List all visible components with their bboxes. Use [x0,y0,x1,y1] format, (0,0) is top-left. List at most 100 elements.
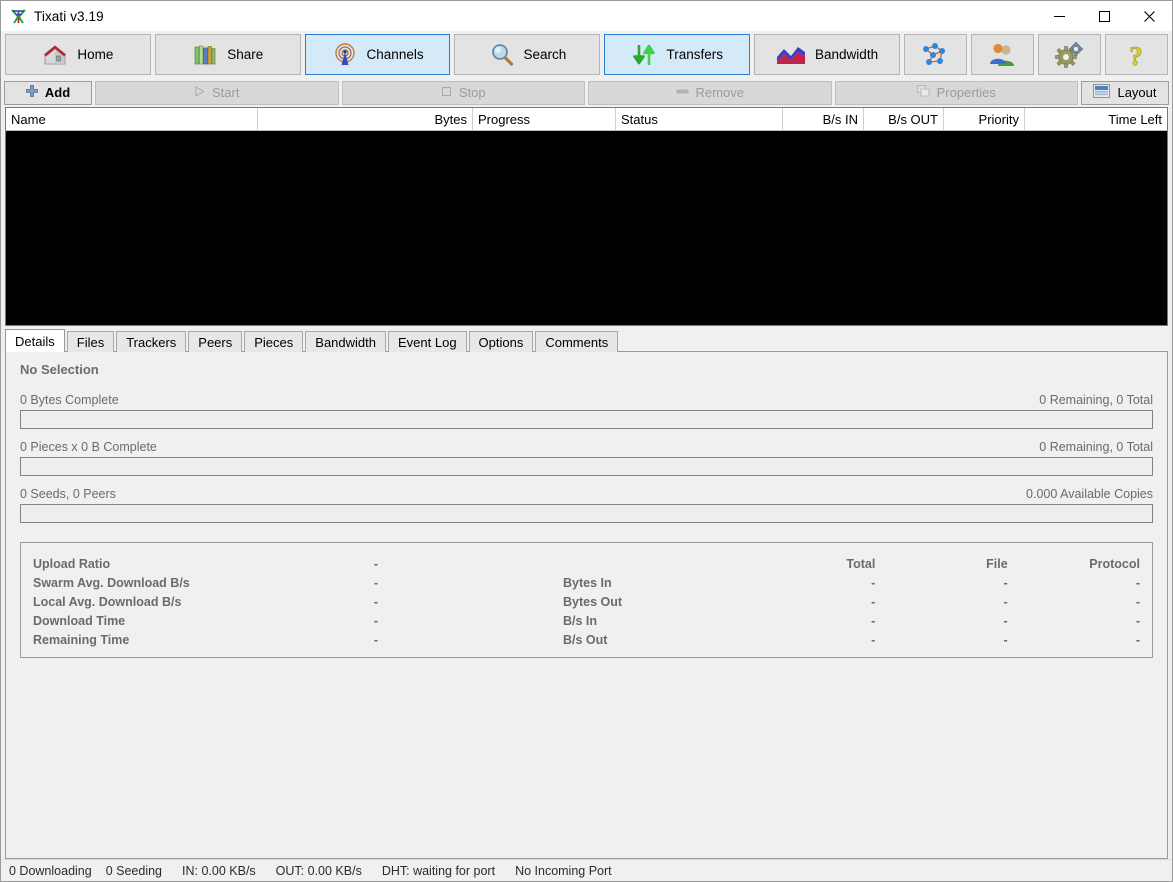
column-header-bs-in[interactable]: B/s IN [783,108,864,130]
tab-options-label: Options [478,334,524,350]
column-header-progress[interactable]: Progress [473,108,616,130]
tab-event-log-label: Event Log [398,334,457,350]
antenna-icon [332,42,358,68]
tab-pieces[interactable]: Pieces [244,331,304,352]
window-controls [1037,1,1172,31]
books-icon [192,42,218,68]
bytes-complete-labels: 0 Bytes Complete 0 Remaining, 0 Total [20,393,1153,407]
seeds-peers-right-label: 0.000 Available Copies [1026,487,1153,501]
status-out-rate: OUT: 0.00 KB/s [275,863,362,878]
maximize-button[interactable] [1082,1,1127,31]
column-header-bytes[interactable]: Bytes [258,108,473,130]
column-header-priority[interactable]: Priority [944,108,1025,130]
toolbar-button-channels[interactable]: Channels [304,34,451,75]
pieces-complete-right-label: 0 Remaining, 0 Total [1039,440,1153,454]
play-icon [194,85,205,100]
stat-value: - [373,575,379,590]
tab-peers[interactable]: Peers [188,331,243,352]
pieces-complete-meter: 0 Pieces x 0 B Complete 0 Remaining, 0 T… [20,440,1153,476]
transfer-list-body[interactable] [6,131,1167,325]
no-selection-heading: No Selection [20,362,99,377]
tab-trackers[interactable]: Trackers [116,331,187,352]
tab-comments[interactable]: Comments [535,331,619,352]
statistics-row-protocol: - [1135,575,1140,590]
up-down-arrows-icon [631,42,657,68]
gears-settings-icon [1054,41,1084,69]
action-toolbar: Add Start Stop Remove Properties Layout [1,78,1172,107]
toolbar-button-share[interactable]: Share [154,34,301,75]
statistics-table-row: B/s Out - - - [563,630,1140,649]
layout-button[interactable]: Layout [1081,80,1169,105]
stat-row: Local Avg. Download B/s - [33,592,563,611]
bytes-complete-left-label: 0 Bytes Complete [20,393,119,407]
toolbar-button-transfers-label: Transfers [666,47,723,62]
stat-value: - [373,556,379,571]
status-in-rate: IN: 0.00 KB/s [182,863,256,878]
column-header-time-left[interactable]: Time Left [1025,108,1167,130]
start-button-label: Start [212,85,240,100]
toolbar-button-search[interactable]: Search [454,34,601,75]
details-tabstrip: Details Files Trackers Peers Pieces Band… [1,326,1172,352]
statistics-row-name: B/s Out [563,632,608,647]
toolbar-button-help[interactable]: ? [1104,34,1168,75]
toolbar-button-share-label: Share [227,47,264,62]
stat-value: - [373,632,379,647]
statistics-table-row: Bytes In - - - [563,573,1140,592]
stat-row: Remaining Time - [33,630,563,649]
tab-files-label: Files [76,334,105,350]
title-bar-left: Tixati v3.19 [1,8,104,25]
close-button[interactable] [1127,1,1172,31]
tab-options[interactable]: Options [468,331,534,352]
column-header-bs-out[interactable]: B/s OUT [864,108,944,130]
stat-name: Local Avg. Download B/s [33,594,182,609]
toolbar-button-transfers[interactable]: Transfers [604,34,751,75]
stat-value: - [373,613,379,628]
toolbar-button-bandwidth[interactable]: Bandwidth [754,34,900,75]
start-button[interactable]: Start [95,80,339,105]
plus-icon [25,85,38,100]
column-header-name[interactable]: Name [6,108,258,130]
remove-button[interactable]: Remove [588,80,832,105]
bytes-complete-right-label: 0 Remaining, 0 Total [1039,393,1153,407]
remove-button-label: Remove [695,85,744,100]
pieces-complete-left-label: 0 Pieces x 0 B Complete [20,440,157,454]
toolbar-button-home-label: Home [77,47,114,62]
statistics-row-total: - [871,594,876,609]
seeds-peers-left-label: 0 Seeds, 0 Peers [20,487,116,501]
add-button[interactable]: Add [4,80,92,105]
seeds-peers-meter: 0 Seeds, 0 Peers 0.000 Available Copies [20,487,1153,523]
minimize-button[interactable] [1037,1,1082,31]
toolbar-button-network[interactable] [903,34,967,75]
toolbar-button-settings[interactable] [1037,34,1101,75]
toolbar-button-home[interactable]: Home [5,34,151,75]
users-icon [987,41,1017,69]
stop-button[interactable]: Stop [341,80,585,105]
tab-bandwidth[interactable]: Bandwidth [305,331,386,352]
stat-name: Download Time [33,613,126,628]
status-downloading: 0 Downloading [9,863,92,878]
tab-details[interactable]: Details [5,329,65,352]
toolbar-button-users[interactable] [970,34,1034,75]
tixati-logo-icon [10,8,27,25]
window-title: Tixati v3.19 [34,8,104,24]
statistics-row-file: - [1003,632,1008,647]
statistics-row-protocol: - [1135,613,1140,628]
tab-files[interactable]: Files [66,331,115,352]
status-dht: DHT: waiting for port [381,863,496,878]
magnifier-icon [489,42,515,68]
column-header-priority-label: Priority [978,111,1019,127]
tab-bandwidth-label: Bandwidth [315,334,376,350]
transfer-list: Name Bytes Progress Status B/s IN B/s OU… [5,107,1168,326]
minus-icon [676,85,689,100]
area-chart-icon [776,43,806,67]
tab-trackers-label: Trackers [126,334,177,350]
properties-button-label: Properties [936,85,996,100]
statistics-header-file: File [986,556,1008,571]
tab-event-log[interactable]: Event Log [388,331,467,352]
add-button-label: Add [44,85,71,100]
layout-panes-icon [1093,84,1111,101]
statistics-row-file: - [1003,594,1008,609]
properties-button[interactable]: Properties [834,80,1078,105]
column-header-status[interactable]: Status [616,108,783,130]
tab-details-label: Details [15,333,55,349]
